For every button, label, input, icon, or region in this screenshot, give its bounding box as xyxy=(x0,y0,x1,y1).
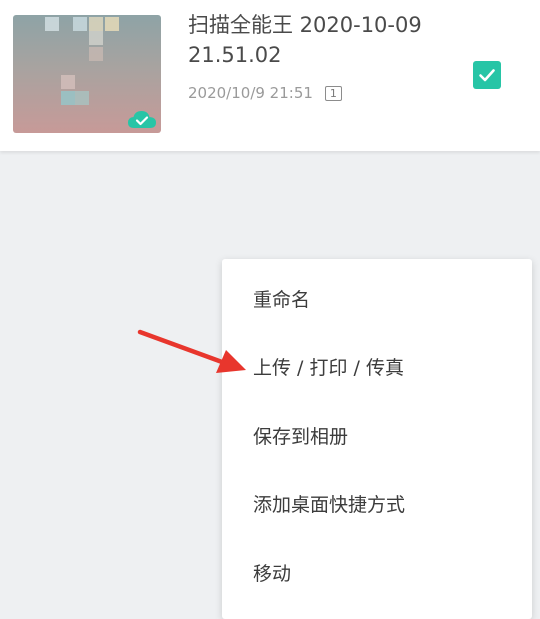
thumbnail-pixel xyxy=(89,17,103,31)
select-checkbox[interactable] xyxy=(473,61,501,89)
thumbnail-pixel xyxy=(105,17,119,31)
thumbnail-pixel xyxy=(89,47,103,61)
thumbnail-pixel xyxy=(89,31,103,45)
cloud-check-icon xyxy=(128,111,156,128)
menu-item-add-desktop-shortcut[interactable]: 添加桌面快捷方式 xyxy=(253,493,405,517)
document-list-item[interactable]: 扫描全能王 2020-10-09 21.51.02 2020/10/9 21:5… xyxy=(0,0,540,151)
menu-item-rename[interactable]: 重命名 xyxy=(253,288,310,312)
context-menu: 重命名 上传 / 打印 / 传真 保存到相册 添加桌面快捷方式 移动 xyxy=(222,259,532,619)
document-thumbnail[interactable] xyxy=(13,15,161,133)
thumbnail-pixel xyxy=(75,91,89,105)
menu-item-save-to-album[interactable]: 保存到相册 xyxy=(253,425,348,449)
menu-item-move[interactable]: 移动 xyxy=(253,562,291,586)
checkmark-icon xyxy=(479,69,495,82)
thumbnail-pixel xyxy=(61,75,75,89)
document-title: 扫描全能王 2020-10-09 21.51.02 xyxy=(188,13,422,67)
document-meta: 2020/10/9 21:51 1 xyxy=(188,84,342,102)
thumbnail-pixel xyxy=(73,17,87,31)
menu-item-upload-print-fax[interactable]: 上传 / 打印 / 传真 xyxy=(253,356,404,380)
thumbnail-pixel xyxy=(45,17,59,31)
document-date: 2020/10/9 21:51 xyxy=(188,84,313,102)
page-count-badge: 1 xyxy=(324,85,342,101)
thumbnail-pixel xyxy=(61,91,75,105)
